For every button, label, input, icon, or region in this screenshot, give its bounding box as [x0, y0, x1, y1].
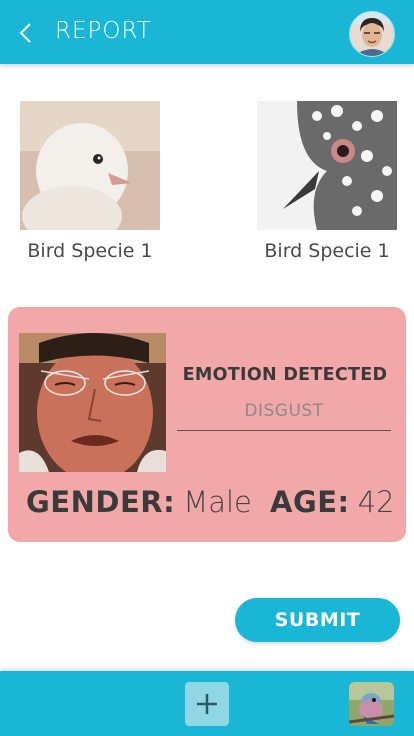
- bird-thumbnail[interactable]: [349, 682, 394, 726]
- age-row: AGE: 42: [270, 485, 395, 519]
- bird-image-2: [257, 101, 397, 230]
- bird-label-1: Bird Specie 1: [27, 240, 153, 262]
- emotion-value: DISGUST: [244, 401, 324, 421]
- emotion-title: EMOTION DETECTED: [182, 365, 388, 385]
- face-image: [19, 333, 166, 472]
- gender-row: GENDER: Male: [26, 485, 252, 519]
- bird-card-2[interactable]: Bird Specie 1: [257, 101, 397, 262]
- add-button[interactable]: [185, 682, 229, 726]
- emotion-card: EMOTION DETECTED DISGUST GENDER: Male AGE…: [8, 307, 406, 542]
- back-button[interactable]: [16, 20, 40, 46]
- page-title: REPORT: [55, 18, 152, 44]
- emotion-underline: [177, 430, 391, 431]
- user-avatar-icon: [350, 12, 394, 56]
- app-header: REPORT: [0, 0, 414, 64]
- gender-value: Male: [183, 485, 252, 519]
- report-screen: REPORT Bird Specie 1 Bird Specie 1 EMOTI…: [0, 0, 414, 736]
- gender-label: GENDER:: [26, 485, 176, 519]
- bird-label-2: Bird Specie 1: [264, 240, 390, 262]
- bird-card-1[interactable]: Bird Specie 1: [20, 101, 160, 262]
- chevron-left-icon: [19, 23, 31, 43]
- bottom-bar: [0, 671, 414, 736]
- bird-image-1: [20, 101, 160, 230]
- age-value: 42: [357, 485, 395, 519]
- plus-icon: [197, 694, 217, 714]
- submit-button[interactable]: SUBMIT: [235, 598, 400, 642]
- age-label: AGE:: [270, 485, 350, 519]
- avatar[interactable]: [349, 11, 395, 57]
